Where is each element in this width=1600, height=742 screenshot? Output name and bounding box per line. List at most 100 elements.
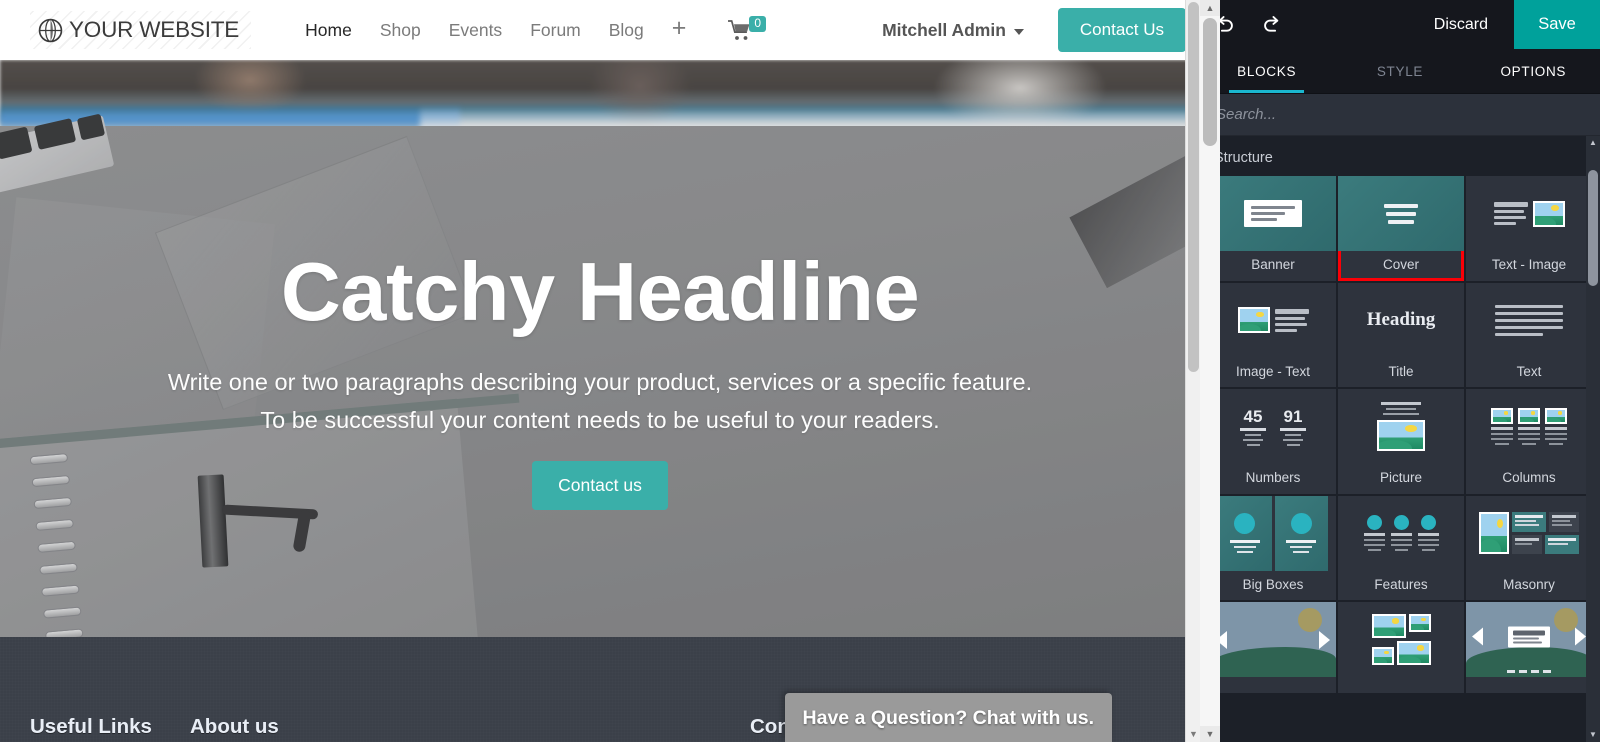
cart-button[interactable]: 0 — [728, 16, 767, 41]
masonry-row — [1512, 512, 1579, 532]
block-card-banner[interactable]: Banner — [1210, 176, 1336, 281]
block-card-columns[interactable]: Columns — [1466, 389, 1592, 494]
add-page-icon[interactable]: + — [658, 15, 701, 45]
chevron-right-icon[interactable] — [1319, 630, 1330, 649]
scroll-up-arrow-icon[interactable]: ▲ — [1200, 0, 1220, 16]
block-thumb-numbers: 45 91 — [1210, 389, 1336, 464]
thumb-image — [1377, 420, 1425, 451]
thumb-image — [1408, 614, 1431, 632]
block-card-features[interactable]: Features — [1338, 495, 1464, 600]
banner-thumb-card — [1244, 200, 1302, 227]
primary-nav: Home Shop Events Forum Blog + — [291, 14, 700, 47]
masonry-right — [1512, 512, 1579, 554]
cover-thumb-lines — [1384, 203, 1418, 224]
save-button[interactable]: Save — [1514, 0, 1600, 49]
outer-scrollbar-thumb[interactable] — [1203, 18, 1217, 146]
user-menu[interactable]: Mitchell Admin — [882, 20, 1024, 41]
block-card-masonry[interactable]: Masonry — [1466, 495, 1592, 600]
picture-thumb — [1377, 402, 1425, 451]
blocks-grid: Banner Cover Text - Image Image - Text H… — [1200, 176, 1600, 693]
scroll-down-arrow-icon[interactable]: ▼ — [1186, 727, 1200, 742]
thumb-image — [1396, 641, 1431, 665]
preview-scrollbar-thumb[interactable] — [1188, 2, 1199, 372]
scroll-down-arrow-icon[interactable]: ▼ — [1586, 728, 1600, 742]
sun-icon — [1298, 608, 1322, 632]
block-label: Big Boxes — [1242, 576, 1304, 592]
block-card-slider[interactable] — [1466, 602, 1592, 693]
blocks-scrollbar-thumb[interactable] — [1588, 170, 1598, 286]
livechat-widget[interactable]: Have a Question? Chat with us. — [784, 693, 1112, 742]
column-item — [1545, 408, 1567, 445]
footer-column-about-us: About us — [190, 715, 750, 739]
block-label: Text — [1516, 363, 1542, 379]
hero-headline[interactable]: Catchy Headline — [0, 250, 1200, 333]
hero-paragraph[interactable]: Write one or two paragraphs describing y… — [0, 363, 1200, 439]
circle-icon — [1393, 515, 1409, 530]
thumb-image — [1518, 408, 1540, 424]
brand-name: YOUR WEBSITE — [69, 17, 240, 42]
block-thumb-slider — [1466, 602, 1592, 677]
slider-dots — [1466, 670, 1592, 673]
nav-item-events[interactable]: Events — [435, 14, 517, 47]
block-card-picture[interactable]: Picture — [1338, 389, 1464, 494]
block-label — [1210, 677, 1336, 693]
carousel-arrows — [1216, 630, 1330, 649]
redo-button[interactable] — [1248, 0, 1296, 49]
nav-item-home[interactable]: Home — [291, 14, 366, 47]
block-card-image-text[interactable]: Image - Text — [1210, 282, 1336, 387]
block-label: Banner — [1251, 257, 1295, 272]
blocks-panel-scrollbar[interactable]: ▲ ▼ — [1586, 136, 1600, 742]
numbers-thumb-item: 45 — [1240, 408, 1266, 446]
preview-scrollbar[interactable]: ▲ ▼ — [1185, 0, 1200, 742]
site-navbar: YOUR WEBSITE Home Shop Events Forum Blog… — [0, 0, 1200, 60]
block-thumb-big-boxes — [1210, 495, 1336, 571]
blocks-search-bar[interactable] — [1200, 94, 1600, 136]
block-thumb-masonry — [1466, 496, 1592, 571]
block-card-text[interactable]: Text — [1466, 282, 1592, 387]
block-label — [1338, 677, 1464, 693]
hero-cover-section[interactable]: Catchy Headline Write one or two paragra… — [0, 60, 1200, 637]
tab-style[interactable]: STYLE — [1333, 49, 1466, 93]
block-label: Features — [1374, 576, 1428, 592]
redo-icon — [1263, 16, 1278, 32]
block-card-big-boxes[interactable]: Big Boxes — [1210, 495, 1336, 600]
chevron-right-icon[interactable] — [1575, 627, 1586, 646]
block-label — [1466, 677, 1592, 693]
editor-outer-scrollbar[interactable]: ▲ ▼ — [1200, 0, 1220, 742]
title-thumb-text: Heading — [1366, 309, 1436, 330]
masonry-row — [1512, 535, 1579, 554]
scroll-down-arrow-icon[interactable]: ▼ — [1200, 726, 1220, 742]
column-item — [1491, 408, 1513, 445]
block-card-carousel[interactable] — [1210, 602, 1336, 693]
block-card-cover[interactable]: Cover — [1338, 176, 1464, 281]
brand-logo[interactable]: YOUR WEBSITE — [30, 11, 252, 49]
scroll-up-arrow-icon[interactable]: ▲ — [1586, 136, 1600, 150]
text-image-thumb — [1493, 200, 1565, 227]
block-card-gallery[interactable] — [1338, 602, 1464, 693]
chevron-left-icon[interactable] — [1472, 627, 1483, 646]
thumb-image — [1532, 200, 1565, 227]
feature-item — [1417, 515, 1439, 551]
nav-item-shop[interactable]: Shop — [366, 14, 435, 47]
livechat-message: Have a Question? Chat with us. — [802, 707, 1094, 729]
numbers-thumb-item: 91 — [1280, 408, 1306, 446]
tab-options[interactable]: OPTIONS — [1467, 49, 1600, 93]
user-name: Mitchell Admin — [882, 19, 1006, 40]
features-thumb — [1363, 515, 1439, 551]
block-thumb-columns — [1466, 389, 1592, 464]
block-thumb-image-text — [1210, 283, 1336, 358]
thumb-image — [1545, 408, 1567, 424]
search-input[interactable] — [1216, 106, 1584, 123]
nav-item-forum[interactable]: Forum — [516, 14, 595, 47]
contact-us-button[interactable]: Contact Us — [1057, 8, 1186, 52]
block-card-numbers[interactable]: 45 91 Numbers — [1210, 389, 1336, 494]
discard-button[interactable]: Discard — [1408, 0, 1514, 49]
nav-item-blog[interactable]: Blog — [595, 14, 658, 47]
blocks-list: Structure Banner Cover Text - Image Imag… — [1200, 136, 1600, 742]
block-card-title[interactable]: Heading Title — [1338, 282, 1464, 387]
thumb-text-lines — [1495, 304, 1563, 336]
thumb-image — [1371, 614, 1406, 638]
image-text-thumb — [1237, 307, 1309, 333]
block-card-text-image[interactable]: Text - Image — [1466, 176, 1592, 281]
hero-cta-button[interactable]: Contact us — [532, 461, 668, 511]
